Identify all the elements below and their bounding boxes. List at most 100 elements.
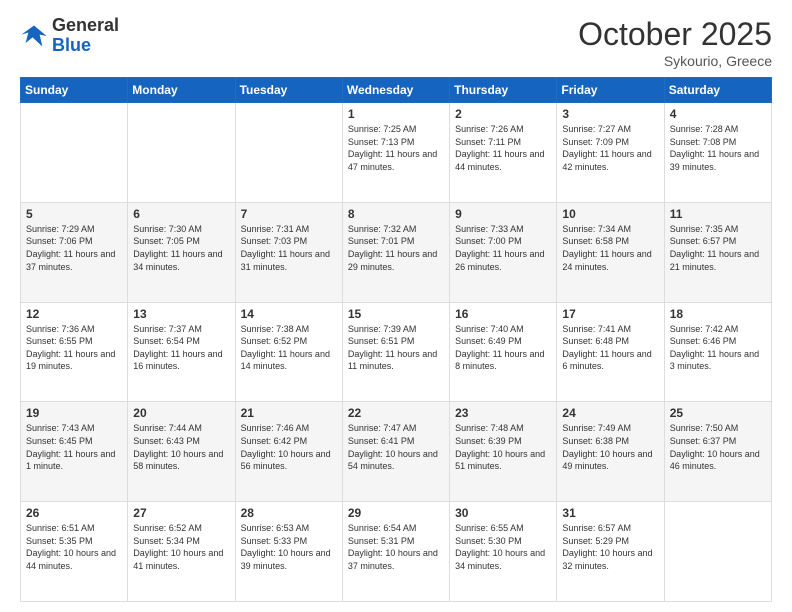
day-number: 25 <box>670 406 766 420</box>
day-info: Sunrise: 7:30 AM Sunset: 7:05 PM Dayligh… <box>133 223 229 273</box>
day-info: Sunrise: 6:55 AM Sunset: 5:30 PM Dayligh… <box>455 522 551 572</box>
day-info: Sunrise: 7:40 AM Sunset: 6:49 PM Dayligh… <box>455 323 551 373</box>
day-info: Sunrise: 7:43 AM Sunset: 6:45 PM Dayligh… <box>26 422 122 472</box>
day-cell: 5 Sunrise: 7:29 AM Sunset: 7:06 PM Daylig… <box>21 202 128 302</box>
day-info: Sunrise: 6:53 AM Sunset: 5:33 PM Dayligh… <box>241 522 337 572</box>
day-cell: 10 Sunrise: 7:34 AM Sunset: 6:58 PM Dayli… <box>557 202 664 302</box>
day-number: 3 <box>562 107 658 121</box>
day-cell: 29Sunrise: 6:54 AM Sunset: 5:31 PM Dayli… <box>342 502 449 602</box>
col-header-saturday: Saturday <box>664 78 771 103</box>
day-number: 4 <box>670 107 766 121</box>
day-info: Sunrise: 6:57 AM Sunset: 5:29 PM Dayligh… <box>562 522 658 572</box>
day-info: Sunrise: 7:38 AM Sunset: 6:52 PM Dayligh… <box>241 323 337 373</box>
day-number: 13 <box>133 307 229 321</box>
day-number: 14 <box>241 307 337 321</box>
logo-bird-icon <box>20 22 48 50</box>
day-number: 18 <box>670 307 766 321</box>
day-number: 6 <box>133 207 229 221</box>
day-info: Sunrise: 7:41 AM Sunset: 6:48 PM Dayligh… <box>562 323 658 373</box>
day-info: Sunrise: 7:47 AM Sunset: 6:41 PM Dayligh… <box>348 422 444 472</box>
day-number: 27 <box>133 506 229 520</box>
day-info: Sunrise: 7:46 AM Sunset: 6:42 PM Dayligh… <box>241 422 337 472</box>
day-number: 2 <box>455 107 551 121</box>
day-cell: 28 Sunrise: 6:53 AM Sunset: 5:33 PM Dayli… <box>235 502 342 602</box>
day-number: 31 <box>562 506 658 520</box>
day-cell: 15Sunrise: 7:39 AM Sunset: 6:51 PM Dayli… <box>342 302 449 402</box>
day-info: Sunrise: 6:51 AM Sunset: 5:35 PM Dayligh… <box>26 522 122 572</box>
day-cell: 19 Sunrise: 7:43 AM Sunset: 6:45 PM Dayli… <box>21 402 128 502</box>
page: General Blue October 2025 Sykourio, Gree… <box>0 0 792 612</box>
day-info: Sunrise: 7:34 AM Sunset: 6:58 PM Dayligh… <box>562 223 658 273</box>
week-row-4: 19 Sunrise: 7:43 AM Sunset: 6:45 PM Dayli… <box>21 402 772 502</box>
day-info: Sunrise: 7:25 AM Sunset: 7:13 PM Dayligh… <box>348 123 444 173</box>
day-info: Sunrise: 6:54 AM Sunset: 5:31 PM Dayligh… <box>348 522 444 572</box>
day-number: 10 <box>562 207 658 221</box>
logo-blue: Blue <box>52 35 91 55</box>
day-number: 11 <box>670 207 766 221</box>
day-cell <box>128 103 235 203</box>
day-cell: 17Sunrise: 7:41 AM Sunset: 6:48 PM Dayli… <box>557 302 664 402</box>
col-header-thursday: Thursday <box>450 78 557 103</box>
day-cell <box>664 502 771 602</box>
day-info: Sunrise: 7:27 AM Sunset: 7:09 PM Dayligh… <box>562 123 658 173</box>
day-number: 19 <box>26 406 122 420</box>
day-info: Sunrise: 7:37 AM Sunset: 6:54 PM Dayligh… <box>133 323 229 373</box>
day-info: Sunrise: 7:29 AM Sunset: 7:06 PM Dayligh… <box>26 223 122 273</box>
day-cell <box>235 103 342 203</box>
day-number: 30 <box>455 506 551 520</box>
week-row-1: 1 Sunrise: 7:25 AM Sunset: 7:13 PM Daylig… <box>21 103 772 203</box>
day-info: Sunrise: 7:32 AM Sunset: 7:01 PM Dayligh… <box>348 223 444 273</box>
day-number: 7 <box>241 207 337 221</box>
day-cell: 12Sunrise: 7:36 AM Sunset: 6:55 PM Dayli… <box>21 302 128 402</box>
day-cell: 24Sunrise: 7:49 AM Sunset: 6:38 PM Dayli… <box>557 402 664 502</box>
col-header-friday: Friday <box>557 78 664 103</box>
day-cell <box>21 103 128 203</box>
day-info: Sunrise: 7:49 AM Sunset: 6:38 PM Dayligh… <box>562 422 658 472</box>
col-header-wednesday: Wednesday <box>342 78 449 103</box>
col-header-sunday: Sunday <box>21 78 128 103</box>
day-info: Sunrise: 6:52 AM Sunset: 5:34 PM Dayligh… <box>133 522 229 572</box>
col-header-monday: Monday <box>128 78 235 103</box>
day-cell: 20 Sunrise: 7:44 AM Sunset: 6:43 PM Dayli… <box>128 402 235 502</box>
day-cell: 26Sunrise: 6:51 AM Sunset: 5:35 PM Dayli… <box>21 502 128 602</box>
day-info: Sunrise: 7:50 AM Sunset: 6:37 PM Dayligh… <box>670 422 766 472</box>
day-info: Sunrise: 7:48 AM Sunset: 6:39 PM Dayligh… <box>455 422 551 472</box>
location: Sykourio, Greece <box>578 53 772 69</box>
day-cell: 7 Sunrise: 7:31 AM Sunset: 7:03 PM Daylig… <box>235 202 342 302</box>
day-cell: 4Sunrise: 7:28 AM Sunset: 7:08 PM Daylig… <box>664 103 771 203</box>
day-number: 28 <box>241 506 337 520</box>
day-cell: 3 Sunrise: 7:27 AM Sunset: 7:09 PM Daylig… <box>557 103 664 203</box>
day-number: 9 <box>455 207 551 221</box>
day-cell: 9 Sunrise: 7:33 AM Sunset: 7:00 PM Daylig… <box>450 202 557 302</box>
day-number: 23 <box>455 406 551 420</box>
day-number: 21 <box>241 406 337 420</box>
day-number: 20 <box>133 406 229 420</box>
logo-general: General <box>52 15 119 35</box>
day-info: Sunrise: 7:42 AM Sunset: 6:46 PM Dayligh… <box>670 323 766 373</box>
day-cell: 6 Sunrise: 7:30 AM Sunset: 7:05 PM Daylig… <box>128 202 235 302</box>
day-info: Sunrise: 7:31 AM Sunset: 7:03 PM Dayligh… <box>241 223 337 273</box>
day-cell: 14 Sunrise: 7:38 AM Sunset: 6:52 PM Dayli… <box>235 302 342 402</box>
month-title: October 2025 <box>578 16 772 53</box>
logo-text: General Blue <box>52 16 119 56</box>
day-cell: 27 Sunrise: 6:52 AM Sunset: 5:34 PM Dayli… <box>128 502 235 602</box>
col-header-tuesday: Tuesday <box>235 78 342 103</box>
day-cell: 16Sunrise: 7:40 AM Sunset: 6:49 PM Dayli… <box>450 302 557 402</box>
day-cell: 2Sunrise: 7:26 AM Sunset: 7:11 PM Daylig… <box>450 103 557 203</box>
day-number: 15 <box>348 307 444 321</box>
day-cell: 31 Sunrise: 6:57 AM Sunset: 5:29 PM Dayli… <box>557 502 664 602</box>
week-row-3: 12Sunrise: 7:36 AM Sunset: 6:55 PM Dayli… <box>21 302 772 402</box>
day-info: Sunrise: 7:35 AM Sunset: 6:57 PM Dayligh… <box>670 223 766 273</box>
day-cell: 11 Sunrise: 7:35 AM Sunset: 6:57 PM Dayli… <box>664 202 771 302</box>
day-cell: 21 Sunrise: 7:46 AM Sunset: 6:42 PM Dayli… <box>235 402 342 502</box>
day-info: Sunrise: 7:33 AM Sunset: 7:00 PM Dayligh… <box>455 223 551 273</box>
day-number: 1 <box>348 107 444 121</box>
day-cell: 22Sunrise: 7:47 AM Sunset: 6:41 PM Dayli… <box>342 402 449 502</box>
day-cell: 23 Sunrise: 7:48 AM Sunset: 6:39 PM Dayli… <box>450 402 557 502</box>
day-number: 12 <box>26 307 122 321</box>
day-info: Sunrise: 7:44 AM Sunset: 6:43 PM Dayligh… <box>133 422 229 472</box>
day-cell: 13 Sunrise: 7:37 AM Sunset: 6:54 PM Dayli… <box>128 302 235 402</box>
day-number: 5 <box>26 207 122 221</box>
day-cell: 25 Sunrise: 7:50 AM Sunset: 6:37 PM Dayli… <box>664 402 771 502</box>
title-block: October 2025 Sykourio, Greece <box>578 16 772 69</box>
